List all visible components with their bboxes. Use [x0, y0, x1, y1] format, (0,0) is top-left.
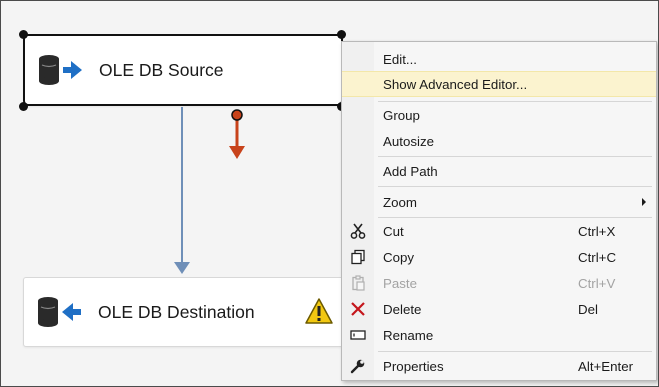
- database-input-icon: [36, 295, 84, 329]
- ole-db-source-component[interactable]: OLE DB Source: [23, 34, 343, 106]
- menu-item-shortcut: Ctrl+X: [578, 223, 616, 239]
- delete-x-icon: [349, 300, 367, 318]
- menu-item-label: Autosize: [383, 133, 434, 149]
- error-path-origin: [231, 109, 243, 121]
- menu-item-label: Show Advanced Editor...: [383, 76, 528, 92]
- menu-item-shortcut: Alt+Enter: [578, 358, 634, 374]
- wrench-icon: [349, 357, 367, 375]
- menu-item-copy[interactable]: Copy Ctrl+C: [342, 244, 656, 270]
- error-path-arrowhead: [229, 146, 245, 159]
- menu-item-label: Group: [383, 107, 420, 123]
- menu-item-label: Paste: [383, 275, 418, 291]
- paste-icon: [349, 274, 367, 292]
- menu-item-label: Zoom: [383, 194, 417, 210]
- data-path-arrowhead: [174, 262, 190, 274]
- menu-item-show-advanced-editor[interactable]: Show Advanced Editor...: [342, 71, 656, 97]
- menu-separator: [378, 186, 652, 187]
- menu-item-rename[interactable]: Rename: [342, 322, 656, 348]
- resize-handle-top-left[interactable]: [19, 30, 28, 39]
- rename-icon: [349, 326, 367, 344]
- copy-icon: [349, 248, 367, 266]
- menu-item-autosize[interactable]: Autosize: [342, 128, 656, 154]
- menu-item-paste[interactable]: Paste Ctrl+V: [342, 270, 656, 296]
- menu-separator: [378, 156, 652, 157]
- menu-item-label: Add Path: [383, 163, 438, 179]
- menu-item-shortcut: Ctrl+V: [578, 275, 616, 291]
- menu-item-delete[interactable]: Delete Del: [342, 296, 656, 322]
- menu-item-properties[interactable]: Properties Alt+Enter: [342, 353, 656, 379]
- menu-item-label: Cut: [383, 223, 404, 239]
- menu-item-cut[interactable]: Cut Ctrl+X: [342, 218, 656, 244]
- data-flow-canvas[interactable]: OLE DB Source OLE DB Destination Edit...: [0, 0, 659, 387]
- menu-item-label: Properties: [383, 358, 444, 374]
- menu-item-zoom[interactable]: Zoom: [342, 189, 656, 215]
- context-menu: Edit... Show Advanced Editor... Group Au…: [341, 41, 657, 381]
- resize-handle-bottom-left[interactable]: [19, 102, 28, 111]
- menu-separator: [378, 351, 652, 352]
- database-output-icon: [37, 53, 85, 87]
- destination-label: OLE DB Destination: [98, 301, 255, 322]
- menu-item-label: Edit...: [383, 51, 417, 67]
- menu-item-label: Copy: [383, 249, 415, 265]
- menu-item-edit[interactable]: Edit...: [342, 46, 656, 72]
- resize-handle-top-right[interactable]: [337, 30, 346, 39]
- menu-item-label: Delete: [383, 301, 422, 317]
- source-label: OLE DB Source: [99, 59, 224, 80]
- menu-item-shortcut: Del: [578, 301, 598, 317]
- submenu-arrow-icon: [642, 198, 646, 206]
- menu-item-shortcut: Ctrl+C: [578, 249, 617, 265]
- scissors-icon: [349, 222, 367, 240]
- warning-icon[interactable]: [304, 297, 334, 325]
- menu-item-add-path[interactable]: Add Path: [342, 158, 656, 184]
- menu-item-group[interactable]: Group: [342, 102, 656, 128]
- menu-item-label: Rename: [383, 327, 434, 343]
